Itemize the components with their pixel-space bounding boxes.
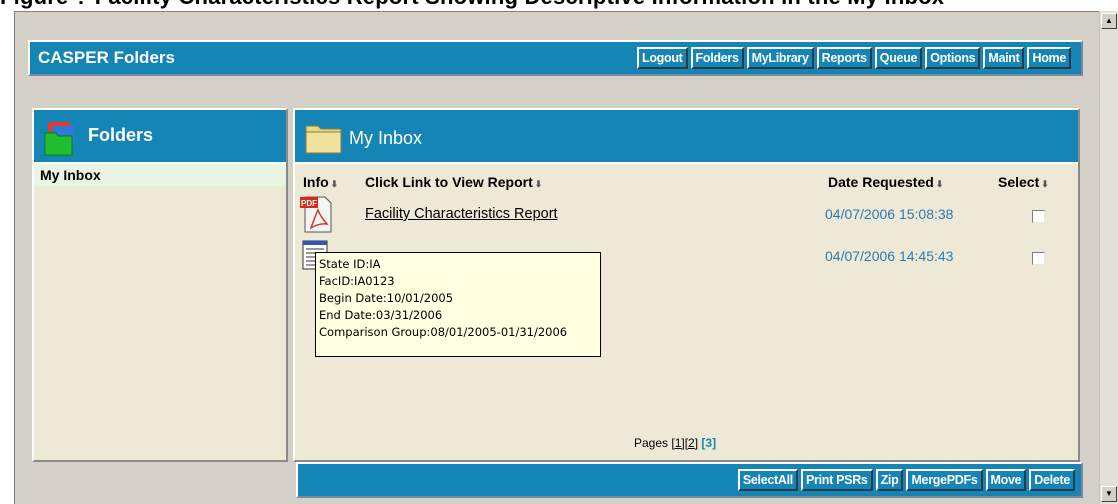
action-buttons: SelectAll Print PSRs Zip MergePDFs Move … bbox=[737, 469, 1075, 491]
row-2-date: 04/07/2006 14:45:43 bbox=[825, 248, 954, 264]
scroll-up-button[interactable]: ▲ bbox=[1101, 13, 1117, 29]
main-nav: Logout Folders MyLibrary Reports Queue O… bbox=[637, 47, 1071, 69]
pdf-icon[interactable]: PDF bbox=[299, 194, 335, 234]
svg-text:PDF: PDF bbox=[301, 199, 317, 208]
column-header-date[interactable]: Date Requested ⬇ bbox=[828, 174, 943, 190]
pagination-label: Pages bbox=[634, 436, 669, 450]
report-link-facility-characteristics[interactable]: Facility Characteristics Report bbox=[365, 206, 558, 222]
report-info-tooltip: State ID:IA FacID:IA0123 Begin Date:10/0… bbox=[315, 252, 601, 357]
select-all-button[interactable]: SelectAll bbox=[737, 469, 798, 491]
sort-arrow-icon: ⬇ bbox=[935, 179, 944, 189]
sort-arrow-icon: ⬇ bbox=[330, 179, 339, 189]
column-header-select[interactable]: Select ⬇ bbox=[998, 174, 1049, 190]
action-toolbar: SelectAll Print PSRs Zip MergePDFs Move … bbox=[296, 462, 1083, 498]
folder-item-my-inbox[interactable]: My Inbox bbox=[34, 164, 286, 186]
figure-caption-text: Figure ? Facility Characteristics Report… bbox=[0, 0, 944, 9]
home-button[interactable]: Home bbox=[1027, 47, 1071, 69]
row-1-select-checkbox[interactable] bbox=[1032, 210, 1045, 223]
queue-button[interactable]: Queue bbox=[874, 47, 923, 69]
page-link-2[interactable]: [2] bbox=[685, 436, 698, 450]
folders-panel: Folders My Inbox bbox=[32, 108, 288, 462]
move-button[interactable]: Move bbox=[985, 469, 1027, 491]
row-1-date: 04/07/2006 15:08:38 bbox=[825, 206, 954, 222]
column-header-report[interactable]: Click Link to View Report ⬇ bbox=[365, 174, 542, 190]
folders-button[interactable]: Folders bbox=[690, 47, 744, 69]
folders-icon bbox=[44, 122, 74, 156]
page-link-1[interactable]: [1] bbox=[671, 436, 684, 450]
column-header-date-label: Date Requested bbox=[828, 174, 934, 190]
options-button[interactable]: Options bbox=[925, 47, 981, 69]
page-current: [3] bbox=[701, 436, 717, 450]
inbox-folder-icon bbox=[305, 125, 342, 154]
print-psrs-button[interactable]: Print PSRs bbox=[800, 469, 873, 491]
app-title: CASPER Folders bbox=[38, 48, 175, 67]
tooltip-line: FacID:IA0123 bbox=[319, 274, 395, 288]
inbox-panel: My Inbox Info ⬇ Click Link to View Report… bbox=[293, 108, 1080, 462]
reports-button[interactable]: Reports bbox=[816, 47, 872, 69]
folders-panel-header: Folders bbox=[34, 110, 286, 164]
app-header: CASPER Folders Logout Folders MyLibrary … bbox=[28, 40, 1083, 76]
vertical-scrollbar[interactable]: ▲ ▼ bbox=[1099, 11, 1118, 504]
row-2-select-checkbox[interactable] bbox=[1032, 252, 1045, 265]
mylibrary-button[interactable]: MyLibrary bbox=[746, 47, 814, 69]
delete-button[interactable]: Delete bbox=[1029, 469, 1075, 491]
sort-arrow-icon: ⬇ bbox=[1041, 179, 1049, 189]
tooltip-line: End Date:03/31/2006 bbox=[319, 308, 443, 322]
scroll-down-button[interactable]: ▼ bbox=[1101, 486, 1117, 502]
column-header-report-label: Click Link to View Report bbox=[365, 174, 533, 190]
column-header-select-label: Select bbox=[998, 174, 1040, 190]
zip-button[interactable]: Zip bbox=[875, 469, 904, 491]
inbox-panel-title: My Inbox bbox=[349, 128, 423, 148]
column-header-info-label: Info bbox=[303, 174, 329, 190]
tooltip-line: Comparison Group:08/01/2005-01/31/2006 bbox=[319, 325, 568, 339]
folders-panel-title: Folders bbox=[88, 125, 154, 145]
maint-button[interactable]: Maint bbox=[983, 47, 1025, 69]
tooltip-line: State ID:IA bbox=[319, 257, 381, 271]
sort-arrow-icon: ⬇ bbox=[534, 179, 543, 189]
figure-caption: Figure ? Facility Characteristics Report… bbox=[0, 0, 1118, 9]
tooltip-line: Begin Date:10/01/2005 bbox=[319, 291, 454, 305]
pagination: Pages [1][2] [3] bbox=[634, 436, 716, 450]
column-header-info[interactable]: Info ⬇ bbox=[303, 174, 338, 190]
merge-pdfs-button[interactable]: MergePDFs bbox=[906, 469, 983, 491]
logout-button[interactable]: Logout bbox=[637, 47, 688, 69]
inbox-panel-header: My Inbox bbox=[295, 110, 1078, 164]
